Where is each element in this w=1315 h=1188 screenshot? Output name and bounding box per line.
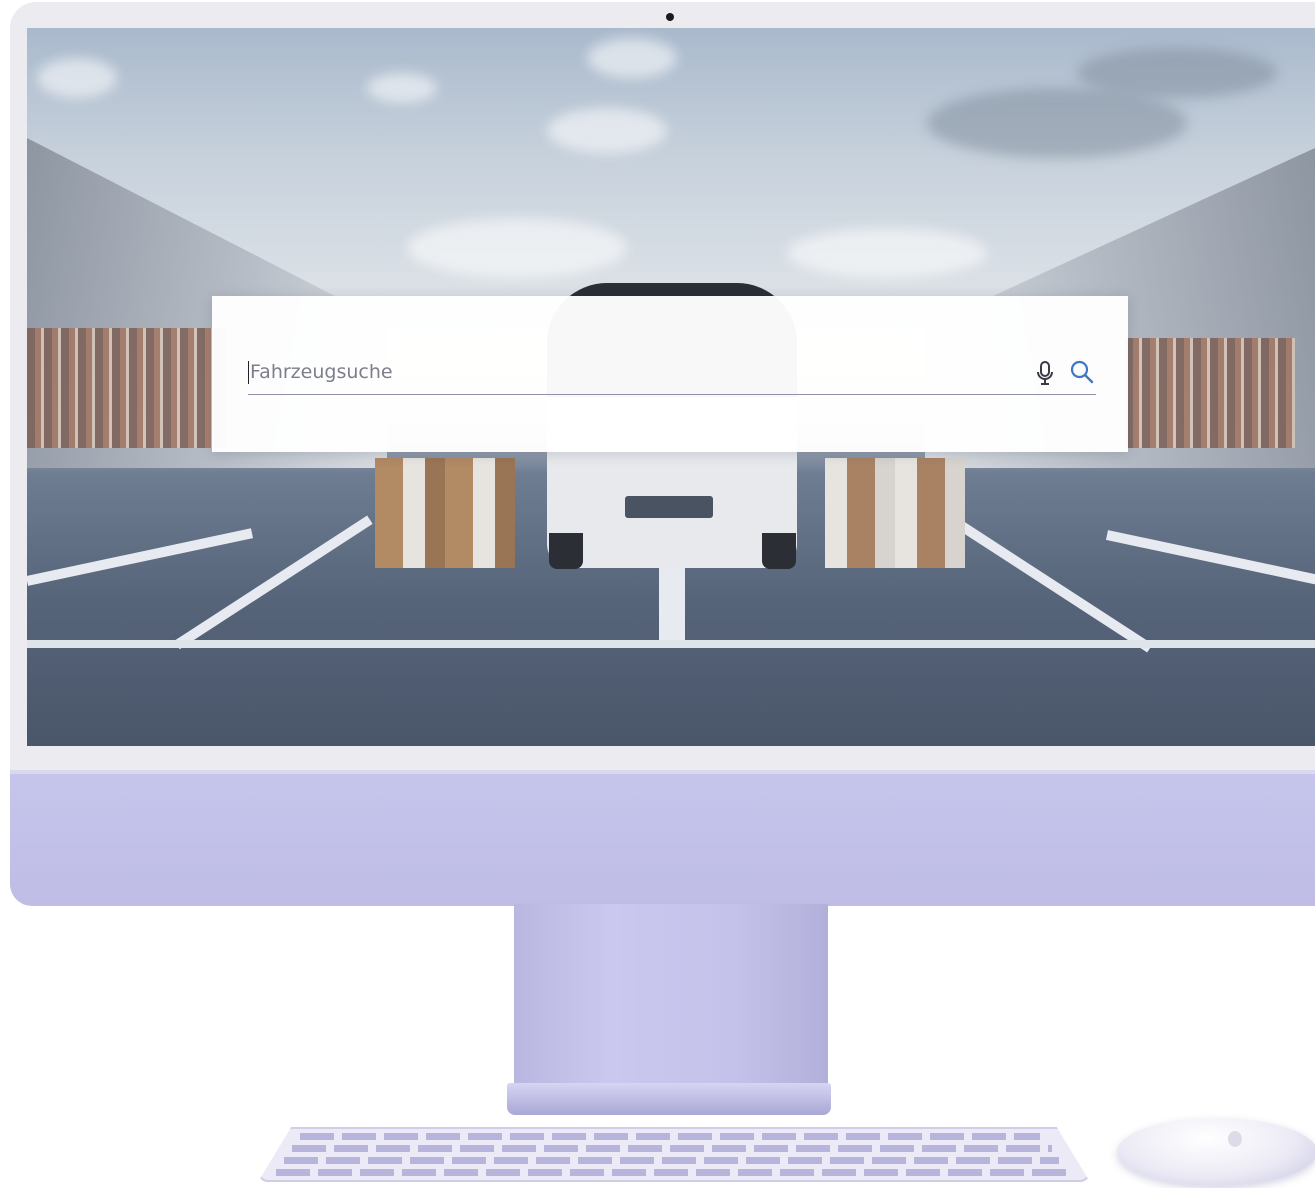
cloud xyxy=(547,108,667,153)
search-input[interactable] xyxy=(248,352,1020,392)
apple-logo-icon xyxy=(1228,1131,1242,1147)
cloud xyxy=(587,38,677,78)
chin-divider xyxy=(10,770,1315,774)
parking-line-horizontal xyxy=(27,640,1315,648)
text-caret xyxy=(248,361,249,384)
parking-line xyxy=(27,528,254,586)
keyboard-keys xyxy=(292,1145,1052,1152)
keyboard-keys xyxy=(276,1169,1066,1176)
mouse xyxy=(1117,1118,1315,1186)
keyboard-keys xyxy=(284,1157,1059,1164)
shopping-bags-right xyxy=(825,458,965,568)
search-icon[interactable] xyxy=(1069,359,1095,385)
shop-window-right xyxy=(1125,338,1295,448)
search-panel xyxy=(212,296,1128,452)
shopping-bags-left xyxy=(375,458,515,568)
cloud xyxy=(37,58,117,98)
search-field xyxy=(248,352,1096,395)
imac-stand-foot xyxy=(507,1083,831,1115)
microphone-icon[interactable] xyxy=(1034,360,1056,386)
car-wheel xyxy=(762,533,796,569)
cloud xyxy=(1077,48,1277,98)
parking-line xyxy=(1105,530,1315,588)
car-wheel xyxy=(549,533,583,569)
cloud xyxy=(787,228,987,278)
cloud xyxy=(927,88,1187,158)
cloud xyxy=(367,73,437,103)
camera-dot xyxy=(666,13,674,21)
license-plate xyxy=(625,496,713,518)
shop-window-left xyxy=(27,328,227,448)
imac-chin xyxy=(10,770,1315,906)
cloud xyxy=(407,218,627,278)
imac-stand xyxy=(514,904,828,1089)
parking-line xyxy=(174,515,373,650)
keyboard-keys xyxy=(300,1133,1040,1140)
